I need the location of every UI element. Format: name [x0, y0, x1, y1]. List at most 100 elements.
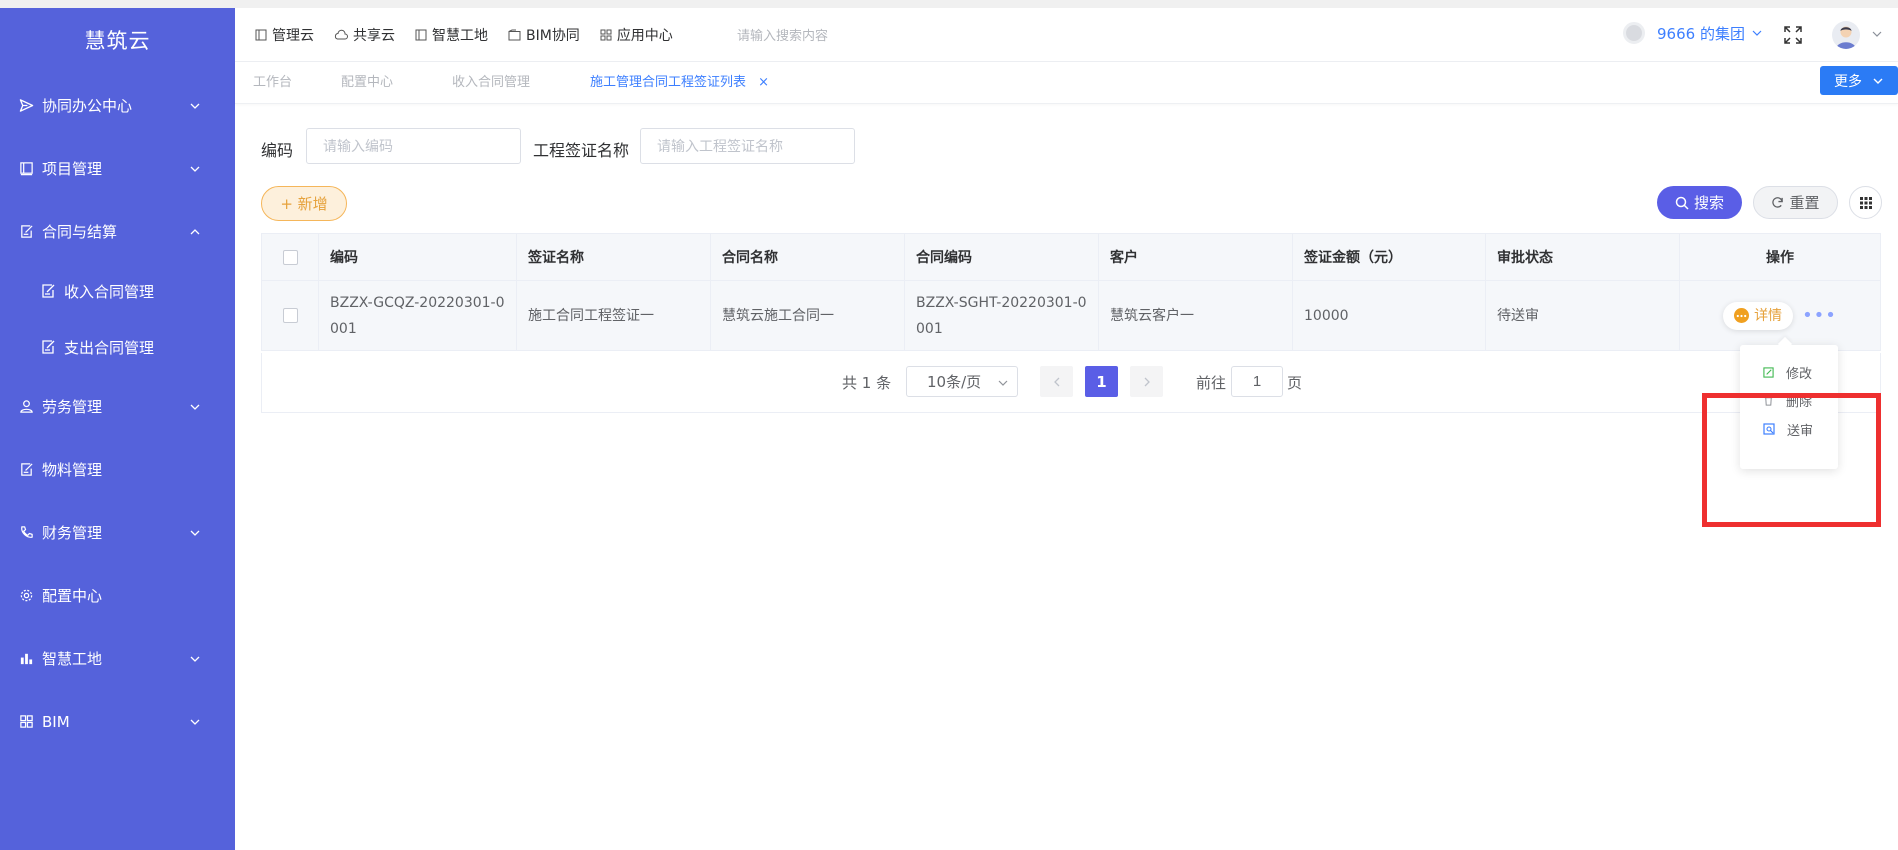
cell-contract-code: BZZX-SGHT-20220301-0001	[905, 281, 1099, 350]
edit-doc-icon	[42, 284, 55, 298]
sidebar-item-bim[interactable]: BIM	[0, 690, 235, 753]
submit-review-icon	[1763, 423, 1775, 435]
cell-actions: 详情 •••	[1680, 281, 1880, 350]
top-header: 管理云 共享云 智慧工地 BIM协同 应用中心 9666 的集团	[235, 8, 1898, 62]
sidebar-subitem-income-contract[interactable]: 收入合同管理	[0, 263, 235, 319]
page-number-current[interactable]: 1	[1085, 366, 1118, 397]
topnav-label: BIM协同	[526, 28, 580, 44]
cell-visa-name: 施工合同工程签证一	[517, 281, 711, 350]
tab-config-center[interactable]: 配置中心	[341, 62, 393, 104]
add-button[interactable]: + 新增	[261, 186, 347, 221]
visa-name-input[interactable]	[640, 128, 855, 164]
select-all-checkbox[interactable]	[282, 249, 298, 265]
table-header-row: 编码 签证名称 合同名称 合同编码 客户 签证金额（元） 审批状态 操作	[262, 234, 1880, 281]
code-label: 编码	[261, 141, 294, 160]
sidebar-item-label: 配置中心	[42, 587, 103, 605]
chevron-down-icon	[190, 656, 200, 662]
topnav-label: 管理云	[272, 28, 314, 44]
menu-item-submit-review[interactable]: 送审	[1763, 419, 1813, 439]
chevron-down-icon	[190, 719, 200, 725]
sidebar-item-collab-office[interactable]: 协同办公中心	[0, 74, 235, 137]
topnav-label: 智慧工地	[432, 28, 488, 44]
sidebar-item-finance[interactable]: 财务管理	[0, 501, 235, 564]
org-switcher[interactable]: 9666 的集团	[1623, 22, 1763, 44]
chevron-right-icon	[1144, 377, 1150, 386]
topnav-smart-site[interactable]: 智慧工地	[415, 25, 488, 45]
topnav-bim[interactable]: BIM协同	[508, 25, 580, 45]
org-logo	[1623, 22, 1645, 44]
cell-customer: 慧筑云客户一	[1099, 281, 1293, 350]
avatar[interactable]	[1832, 21, 1860, 49]
sidebar-item-label: 收入合同管理	[64, 282, 155, 301]
sidebar-subitem-expense-contract[interactable]: 支出合同管理	[0, 319, 235, 375]
menu-item-label: 删除	[1786, 394, 1813, 410]
close-icon[interactable]: ×	[758, 75, 769, 90]
page-size-value: 10条/页	[927, 373, 982, 391]
page-size-select[interactable]: 10条/页	[906, 366, 1018, 397]
book-icon	[255, 29, 267, 41]
prev-page-button[interactable]	[1040, 366, 1073, 397]
edit-doc-icon	[18, 224, 34, 240]
detail-button[interactable]: 详情	[1723, 301, 1794, 330]
goto-suffix: 页	[1287, 374, 1303, 392]
tab-visa-list[interactable]: 施工管理合同工程签证列表 ×	[590, 62, 769, 104]
search-button[interactable]: 搜索	[1657, 186, 1742, 219]
header-checkbox-cell	[262, 234, 319, 280]
sidebar-item-config[interactable]: 配置中心	[0, 564, 235, 627]
sidebar-item-project[interactable]: 项目管理	[0, 137, 235, 200]
chevron-left-icon	[1053, 377, 1059, 386]
header-actions: 操作	[1766, 250, 1794, 266]
sidebar-item-material[interactable]: 物料管理	[0, 438, 235, 501]
more-label: 更多	[1834, 73, 1862, 90]
more-tabs-button[interactable]: 更多	[1820, 66, 1898, 95]
menu-item-label: 送审	[1787, 423, 1814, 439]
grid-icon	[18, 714, 34, 730]
more-circle-icon	[1734, 308, 1750, 323]
fullscreen-icon[interactable]	[1783, 25, 1803, 45]
goto-prefix: 前往	[1196, 374, 1227, 392]
search-icon	[1675, 196, 1689, 210]
chevron-down-icon	[190, 530, 200, 536]
row-checkbox[interactable]	[282, 308, 298, 323]
code-input[interactable]	[306, 128, 521, 164]
sidebar-item-contract[interactable]: 合同与结算	[0, 200, 235, 263]
book-icon	[18, 161, 34, 177]
chevron-down-icon	[1752, 30, 1762, 36]
menu-item-label: 修改	[1786, 366, 1813, 382]
sidebar-item-label: 协同办公中心	[42, 97, 133, 115]
tab-income-contract[interactable]: 收入合同管理	[452, 62, 530, 104]
more-actions-button[interactable]: •••	[1802, 306, 1837, 324]
sidebar-item-smart-site[interactable]: 智慧工地	[0, 627, 235, 690]
global-search-input[interactable]	[737, 22, 957, 48]
reset-button[interactable]: 重置	[1753, 186, 1838, 219]
cell-code: BZZX-GCQZ-20220301-0001	[319, 281, 517, 350]
next-page-button[interactable]	[1130, 366, 1163, 397]
topnav-label: 共享云	[353, 28, 395, 44]
pagination: 共 1 条 10条/页 1 前往 页	[261, 353, 1881, 413]
sidebar-item-label: 劳务管理	[42, 398, 103, 416]
goto-page-input[interactable]	[1231, 366, 1283, 397]
header-contract-code: 合同编码	[905, 234, 1099, 280]
tab-workbench[interactable]: 工作台	[253, 62, 292, 104]
edit-doc-icon	[42, 340, 55, 354]
menu-item-delete[interactable]: 删除	[1763, 390, 1812, 410]
cloud-icon	[334, 29, 348, 40]
edit-doc-icon	[18, 462, 34, 478]
chevron-down-icon	[190, 166, 200, 172]
chevron-down-icon[interactable]	[1871, 28, 1883, 40]
column-settings-button[interactable]	[1849, 186, 1882, 219]
table-row: BZZX-GCQZ-20220301-0001 施工合同工程签证一 慧筑云施工合…	[262, 281, 1880, 351]
topnav-app-center[interactable]: 应用中心	[600, 25, 673, 45]
pagination-total: 共 1 条	[842, 374, 892, 392]
topnav-management-cloud[interactable]: 管理云	[255, 25, 314, 45]
refresh-icon	[1772, 197, 1784, 208]
menu-item-edit[interactable]: 修改	[1763, 362, 1812, 382]
topnav-share-cloud[interactable]: 共享云	[334, 25, 395, 45]
sidebar-item-labor[interactable]: 劳务管理	[0, 375, 235, 438]
chevron-down-icon	[998, 380, 1008, 386]
trash-icon	[1764, 395, 1773, 406]
row-checkbox-cell	[262, 281, 319, 350]
row-actions-dropdown: 修改 删除 送审	[1740, 345, 1838, 469]
tabs-bar: 工作台 配置中心 收入合同管理 施工管理合同工程签证列表 × 更多	[235, 62, 1898, 104]
sidebar-item-label: BIM	[42, 712, 70, 731]
